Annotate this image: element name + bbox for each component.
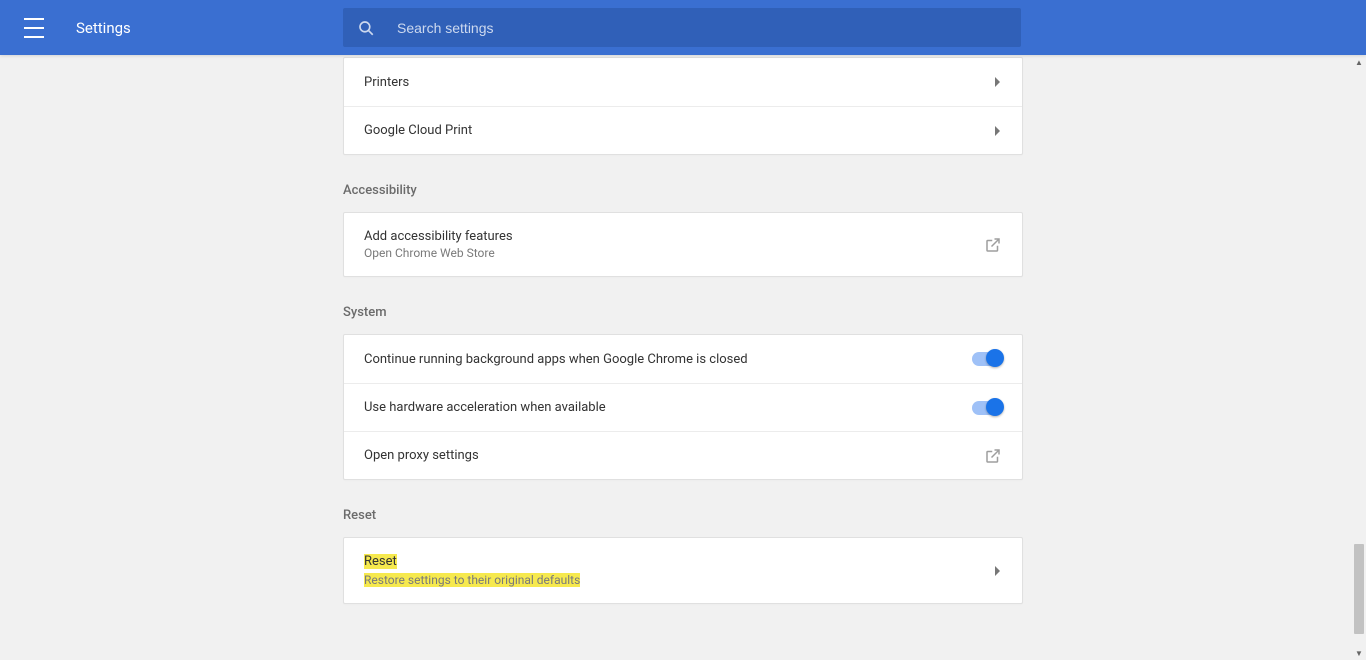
add-accessibility-sub: Open Chrome Web Store [364,246,513,260]
hardware-accel-toggle[interactable] [972,401,1002,415]
background-apps-label: Continue running background apps when Go… [364,352,748,367]
external-link-icon [984,447,1002,465]
content-area: Printers Google Cloud Print Accessibilit… [0,55,1352,660]
chevron-right-icon [994,126,1002,136]
chevron-right-icon [994,566,1002,576]
printers-row[interactable]: Printers [344,58,1022,106]
reset-section-title: Reset [343,508,1023,523]
vertical-scrollbar[interactable]: ▲ ▼ [1352,55,1366,660]
printing-card: Printers Google Cloud Print [343,57,1023,155]
page-title: Settings [76,19,131,37]
reset-sub: Restore settings to their original defau… [364,573,580,587]
proxy-label: Open proxy settings [364,448,479,463]
scroll-track[interactable] [1352,69,1366,646]
background-apps-row[interactable]: Continue running background apps when Go… [344,335,1022,383]
background-apps-toggle[interactable] [972,352,1002,366]
chevron-right-icon [994,77,1002,87]
menu-icon[interactable] [24,18,44,38]
scroll-thumb[interactable] [1354,544,1364,634]
external-link-icon [984,236,1002,254]
reset-card: Reset Restore settings to their original… [343,537,1023,604]
hardware-accel-label: Use hardware acceleration when available [364,400,606,415]
accessibility-card: Add accessibility features Open Chrome W… [343,212,1023,277]
proxy-settings-row[interactable]: Open proxy settings [344,431,1022,479]
printers-label: Printers [364,75,409,90]
hardware-accel-row[interactable]: Use hardware acceleration when available [344,383,1022,431]
google-cloud-print-row[interactable]: Google Cloud Print [344,106,1022,154]
accessibility-section-title: Accessibility [343,183,1023,198]
system-card: Continue running background apps when Go… [343,334,1023,480]
system-section-title: System [343,305,1023,320]
reset-label: Reset [364,554,580,569]
app-header: Settings [0,0,1366,55]
add-accessibility-label: Add accessibility features [364,229,513,244]
scroll-down-arrow[interactable]: ▼ [1352,646,1366,660]
scroll-up-arrow[interactable]: ▲ [1352,55,1366,69]
search-icon [357,19,375,37]
search-input[interactable] [397,20,1007,36]
gcp-label: Google Cloud Print [364,123,472,138]
reset-row[interactable]: Reset Restore settings to their original… [344,538,1022,603]
add-accessibility-row[interactable]: Add accessibility features Open Chrome W… [344,213,1022,276]
search-box[interactable] [343,8,1021,47]
